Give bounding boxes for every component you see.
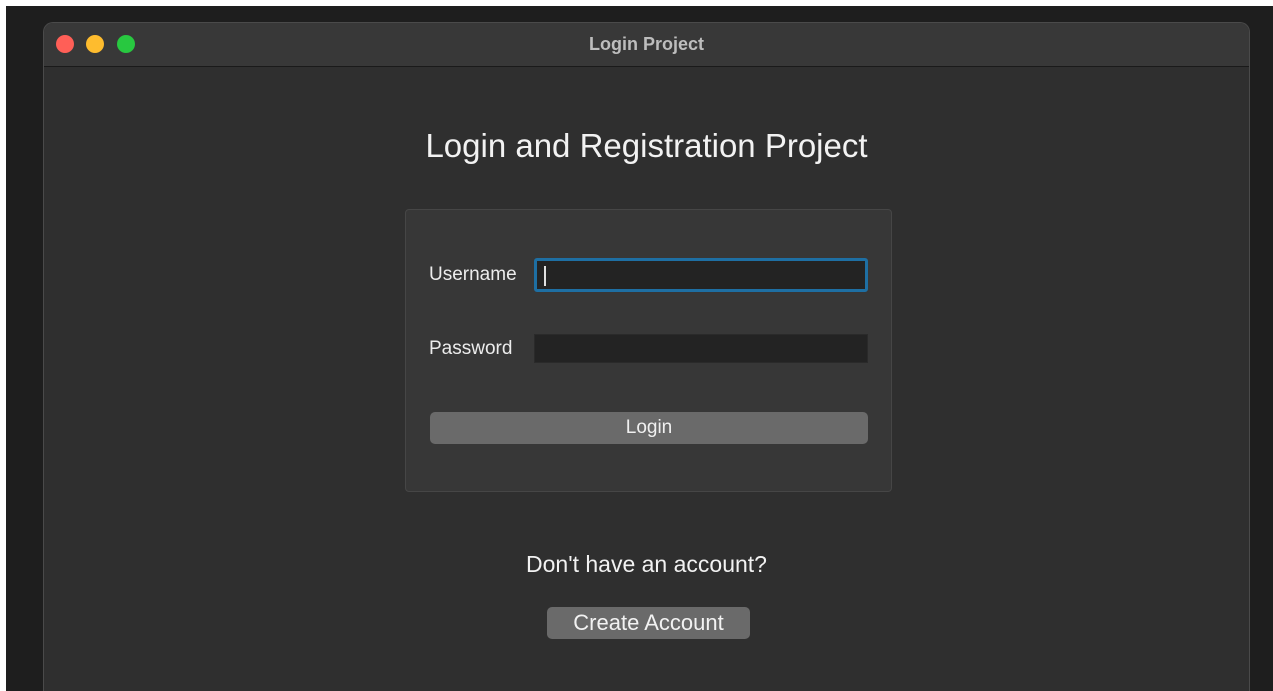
login-button[interactable]: Login — [430, 412, 868, 444]
create-account-button[interactable]: Create Account — [547, 607, 750, 639]
title-bar[interactable]: Login Project — [44, 23, 1249, 67]
username-input[interactable] — [534, 258, 868, 292]
password-input[interactable] — [534, 334, 868, 363]
no-account-prompt: Don't have an account? — [526, 551, 767, 577]
login-panel: Username Password Login — [405, 209, 892, 492]
app-window: Login Project Login and Registration Pro… — [43, 22, 1250, 691]
text-caret — [544, 266, 546, 286]
window-title: Login Project — [588, 34, 704, 54]
page-title: Login and Registration Project — [425, 127, 868, 164]
password-label: Password — [429, 338, 513, 359]
username-label: Username — [429, 264, 517, 285]
